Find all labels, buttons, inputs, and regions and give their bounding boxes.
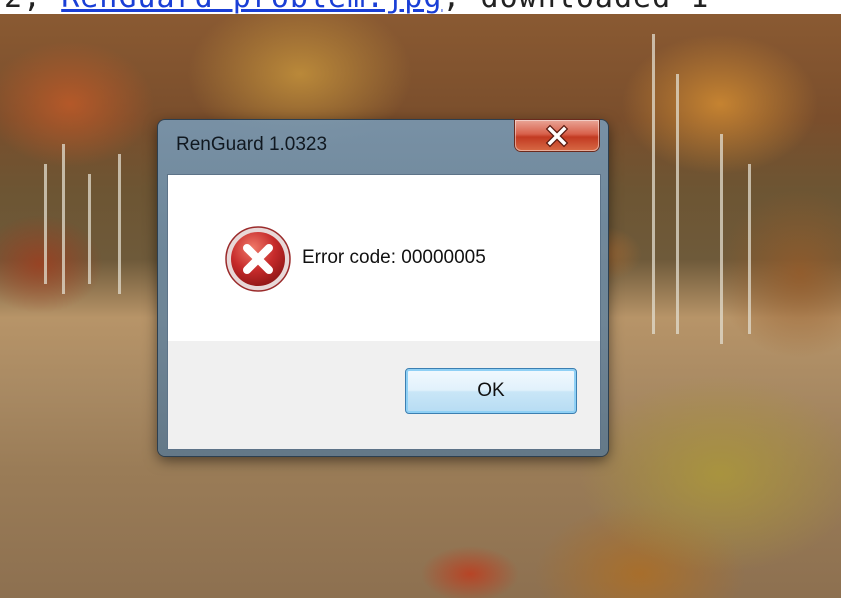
birch-trunk <box>652 34 655 334</box>
image-file-link[interactable]: RenGuard problem.jpg <box>61 0 442 14</box>
birch-trunk <box>62 144 65 294</box>
page-header-text: 2, RenGuard problem.jpg, downloaded 1 <box>4 0 709 14</box>
birch-trunk <box>748 164 751 334</box>
birch-trunk <box>44 164 47 284</box>
dialog-content: Error code: 00000005 OK <box>167 174 601 450</box>
error-dialog: RenGuard 1.0323 Error code: 00000005 OK <box>158 120 608 456</box>
error-message: Error code: 00000005 <box>302 247 486 268</box>
header-prefix: 2, <box>4 0 61 14</box>
birch-trunk <box>720 134 723 344</box>
dialog-title: RenGuard 1.0323 <box>176 134 328 155</box>
error-x-icon <box>225 226 291 292</box>
birch-trunk <box>88 174 91 284</box>
close-button[interactable] <box>515 120 599 151</box>
page-header-strip: 2, RenGuard problem.jpg, downloaded 1 <box>0 0 841 14</box>
close-x-icon <box>545 124 569 148</box>
birch-trunk <box>676 74 679 334</box>
header-suffix: , downloaded 1 <box>442 0 709 14</box>
ok-button[interactable]: OK <box>405 368 577 414</box>
birch-trunk <box>118 154 121 294</box>
